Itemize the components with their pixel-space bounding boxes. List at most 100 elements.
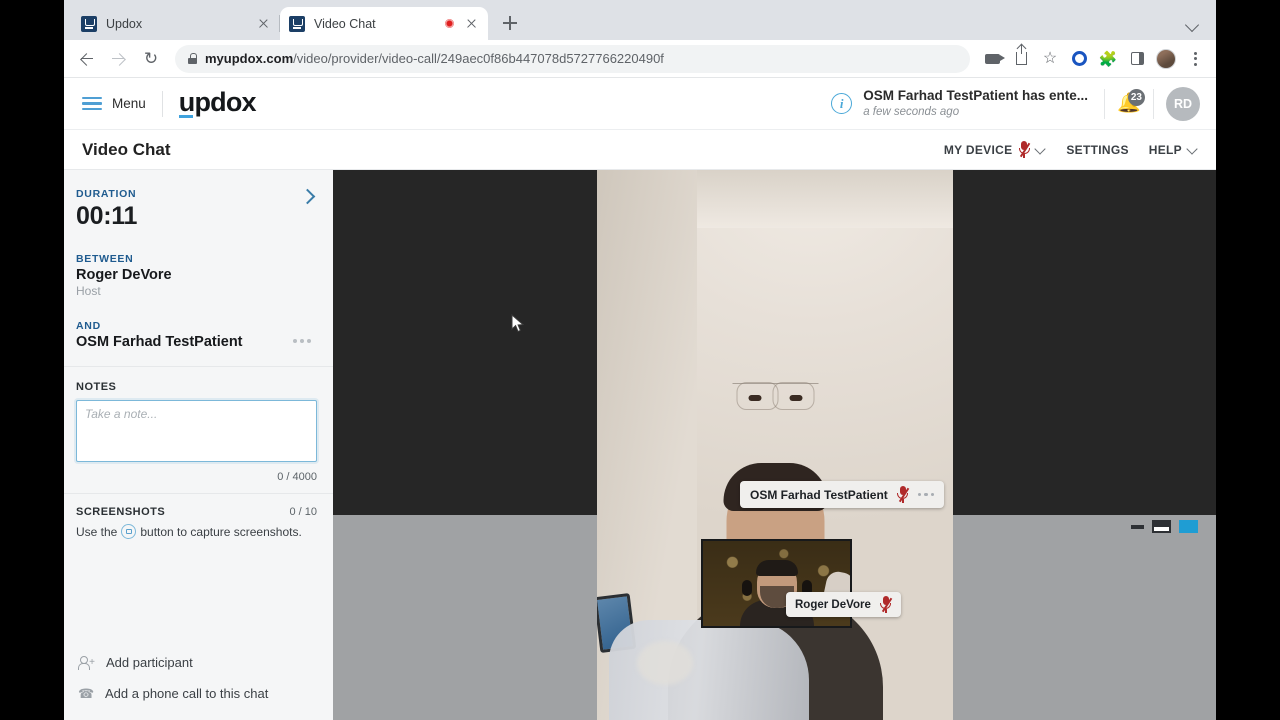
profile-avatar[interactable] [1153,46,1179,72]
page-title: Video Chat [82,139,171,159]
recording-indicator-icon [445,19,454,28]
phone-icon: ☎ [78,685,95,701]
settings-button[interactable]: SETTINGS [1066,143,1128,157]
minimize-layout-button[interactable] [1131,524,1144,529]
settings-label: SETTINGS [1066,142,1129,157]
notification-title: OSM Farhad TestPatient has ente... [863,87,1088,103]
participant-options-icon[interactable] [917,492,935,497]
duration-value: 00:11 [76,202,138,230]
close-tab-icon[interactable] [463,16,479,32]
video-foreground-hand [637,641,693,685]
host-name: Roger DeVore [76,267,172,283]
my-device-menu[interactable]: MY DEVICE [944,141,1047,158]
screenshots-count: 0 / 10 [289,506,317,518]
notes-input[interactable] [76,400,317,462]
mic-muted-icon [897,486,909,503]
help-label: HELP [1148,142,1182,157]
main-video-feed[interactable] [597,170,953,720]
letterbox-left-lower [333,515,597,720]
guest-options-icon[interactable] [293,339,317,343]
updox-logo: updox [178,86,257,121]
header-divider [161,90,163,117]
pip-participant-name-tag[interactable]: Roger DeVore [786,592,901,617]
screenshots-section: SCREENSHOTS 0 / 10 Use the button to cap… [64,494,333,553]
participant-guest: AND OSM Farhad TestPatient [76,320,317,350]
add-phone-call-button[interactable]: ☎ Add a phone call to this chat [78,678,317,709]
main-participant-name-tag[interactable]: OSM Farhad TestPatient [740,481,945,508]
puzzle-icon[interactable]: 🧩 [1095,46,1121,72]
screen: Updox Video Chat ↻ myupdox.com/video/pro… [0,0,1280,720]
forward-button[interactable] [104,44,134,74]
page-bar-actions: MY DEVICE SETTINGS HELP [944,141,1198,158]
screenshots-help: Use the button to capture screenshots. [76,524,317,539]
user-avatar[interactable]: RD [1166,86,1200,121]
add-participant-label: Add participant [106,655,193,670]
reload-button[interactable]: ↻ [136,44,166,74]
address-bar-text: myupdox.com/video/provider/video-call/24… [205,51,664,66]
expand-chevron-icon[interactable] [301,190,313,202]
browser-tab-video-chat[interactable]: Video Chat [280,7,488,40]
browser-window: Updox Video Chat ↻ myupdox.com/video/pro… [64,0,1216,720]
lock-icon [188,53,197,64]
between-label: BETWEEN [76,253,134,265]
layout-toggle-group [1131,520,1198,533]
url-path: /video/provider/video-call/249aec0f86b44… [293,51,664,66]
guest-name: OSM Farhad TestPatient [76,334,243,350]
bookmark-star-icon[interactable]: ☆ [1037,46,1063,72]
my-device-label: MY DEVICE [943,142,1013,157]
camera-icon[interactable] [979,46,1005,72]
chevron-down-icon [1036,145,1046,155]
tab-title: Video Chat [314,16,376,31]
browser-tab-updox[interactable]: Updox [72,7,280,40]
notifications-button[interactable]: 🔔 23 [1105,89,1153,113]
pip-participant-name: Roger DeVore [795,598,871,611]
menu-label: Menu [112,96,146,111]
notification-badge: 23 [1127,89,1145,106]
notification-time: a few seconds ago [863,105,960,118]
page-bar: Video Chat MY DEVICE SETTINGS HELP [64,130,1216,170]
chevron-down-icon [1188,145,1198,155]
participant-host: BETWEEN Roger DeVore Host [76,253,317,298]
letterbox-right-lower [953,515,1216,720]
tab-strip: Updox Video Chat [64,0,1216,40]
and-label: AND [76,320,101,332]
notes-character-count: 0 / 4000 [277,471,317,483]
header-divider [1153,88,1154,119]
tab-list-chevron-icon[interactable] [1186,18,1200,32]
full-layout-button[interactable] [1179,520,1198,533]
header-right: i OSM Farhad TestPatient has ente... a f… [831,86,1200,121]
mic-muted-icon [880,596,892,613]
updox-favicon-icon [289,15,305,32]
address-bar[interactable]: myupdox.com/video/provider/video-call/24… [175,44,970,73]
screenshots-help-post: button to capture screenshots. [140,524,302,539]
mic-muted-icon [1018,141,1031,158]
toolbar-icons: ☆ 🧩 [979,45,1208,72]
browser-toolbar: ↻ myupdox.com/video/provider/video-call/… [64,40,1216,78]
add-phone-call-label: Add a phone call to this chat [105,686,269,701]
video-stage[interactable] [333,170,1216,720]
circle-extension-icon[interactable] [1066,46,1092,72]
add-participant-button[interactable]: + Add participant [78,647,317,678]
updox-favicon-icon [81,15,97,32]
app-header: Menu updox i OSM Farhad TestPatient has … [64,78,1216,130]
share-icon[interactable] [1008,45,1034,72]
split-layout-button[interactable] [1152,520,1171,533]
info-icon: i [831,93,853,114]
new-tab-button[interactable] [496,9,524,37]
menu-button[interactable]: Menu [82,96,146,111]
browser-menu-icon[interactable] [1182,46,1208,72]
help-menu[interactable]: HELP [1149,143,1198,157]
back-button[interactable] [72,44,102,74]
close-tab-icon[interactable] [255,16,271,32]
duration-label: DURATION [76,188,137,200]
screenshots-help-pre: Use the [76,524,118,539]
notification-message[interactable]: i OSM Farhad TestPatient has ente... a f… [831,88,1104,119]
main-participant-name: OSM Farhad TestPatient [750,487,888,502]
notes-section: NOTES 0 / 4000 [64,367,333,494]
add-participant-icon: + [78,655,95,670]
url-domain: myupdox.com [205,51,294,66]
side-panel-icon[interactable] [1124,46,1150,72]
logo-u: u [178,86,195,117]
notes-label: NOTES [76,381,117,393]
screenshots-label: SCREENSHOTS [76,506,166,518]
